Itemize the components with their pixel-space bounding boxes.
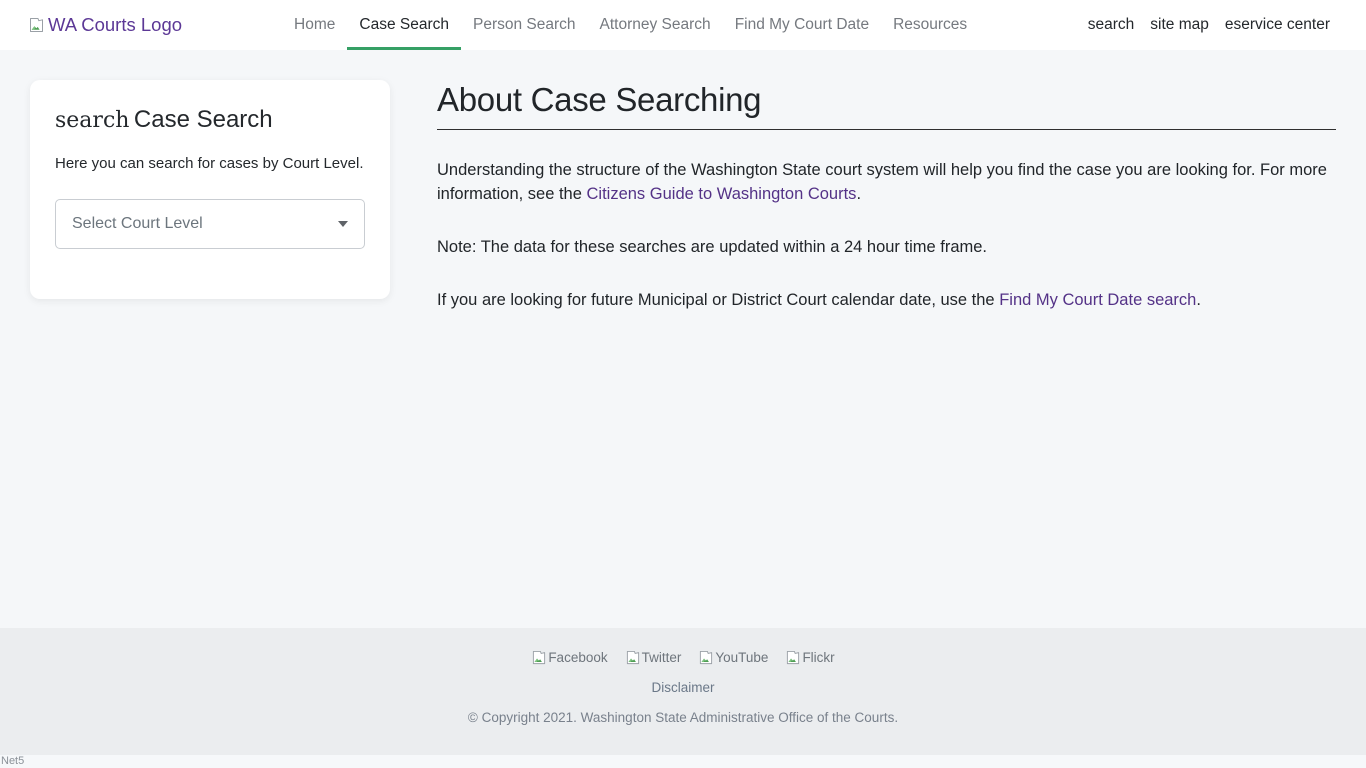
broken-image-icon bbox=[28, 17, 45, 33]
browser-status-bar: Net5 bbox=[0, 755, 1366, 768]
nav-item-resources[interactable]: Resources bbox=[881, 0, 979, 50]
utility-link-eservice-center[interactable]: eservice center bbox=[1217, 16, 1338, 34]
main-content: search Case Search Here you can search f… bbox=[0, 50, 1366, 628]
utility-link-search[interactable]: search bbox=[1080, 16, 1143, 34]
youtube-alt-text: YouTube bbox=[715, 650, 768, 665]
status-text: Net5 bbox=[1, 755, 24, 767]
case-search-card: search Case Search Here you can search f… bbox=[30, 80, 390, 299]
title-divider bbox=[437, 129, 1336, 130]
twitter-alt-text: Twitter bbox=[642, 650, 682, 665]
note-paragraph: Note: The data for these searches are up… bbox=[437, 236, 1336, 260]
search-icon: search bbox=[55, 108, 129, 133]
main-nav: Home Case Search Person Search Attorney … bbox=[282, 0, 979, 50]
logo-link[interactable]: WA Courts Logo bbox=[28, 14, 182, 36]
court-level-select[interactable]: Select Court Level bbox=[55, 199, 365, 249]
facebook-alt-text: Facebook bbox=[548, 650, 607, 665]
youtube-link[interactable]: YouTube bbox=[698, 650, 768, 665]
card-title: search Case Search bbox=[55, 106, 365, 135]
nav-item-person-search[interactable]: Person Search bbox=[461, 0, 588, 50]
find-my-court-date-link[interactable]: Find My Court Date search bbox=[999, 291, 1196, 309]
broken-image-icon bbox=[531, 650, 547, 665]
court-date-paragraph: If you are looking for future Municipal … bbox=[437, 289, 1336, 313]
utility-nav: search site map eservice center bbox=[1080, 16, 1338, 34]
about-article: About Case Searching Understanding the s… bbox=[437, 50, 1336, 313]
page-title: About Case Searching bbox=[437, 81, 1336, 119]
social-links: Facebook Twitter YouTube bbox=[0, 650, 1366, 665]
copyright-text: © Copyright 2021. Washington State Admin… bbox=[0, 710, 1366, 725]
facebook-link[interactable]: Facebook bbox=[531, 650, 607, 665]
about-paragraph-period: . bbox=[856, 185, 861, 203]
broken-image-icon bbox=[785, 650, 801, 665]
chevron-down-icon bbox=[338, 221, 348, 227]
card-description: Here you can search for cases by Court L… bbox=[55, 155, 365, 172]
nav-item-case-search[interactable]: Case Search bbox=[347, 0, 461, 50]
disclaimer-link[interactable]: Disclaimer bbox=[651, 680, 714, 695]
nav-item-home[interactable]: Home bbox=[282, 0, 347, 50]
logo-alt-text: WA Courts Logo bbox=[48, 14, 182, 36]
broken-image-icon bbox=[625, 650, 641, 665]
flickr-alt-text: Flickr bbox=[802, 650, 834, 665]
utility-link-site-map[interactable]: site map bbox=[1142, 16, 1217, 34]
about-paragraph-text: Understanding the structure of the Washi… bbox=[437, 161, 1327, 203]
card-title-text: Case Search bbox=[134, 106, 273, 133]
court-level-select-value: Select Court Level bbox=[72, 215, 203, 233]
court-date-paragraph-text: If you are looking for future Municipal … bbox=[437, 291, 999, 309]
flickr-link[interactable]: Flickr bbox=[785, 650, 834, 665]
nav-item-attorney-search[interactable]: Attorney Search bbox=[588, 0, 723, 50]
top-navbar: WA Courts Logo Home Case Search Person S… bbox=[0, 0, 1366, 50]
twitter-link[interactable]: Twitter bbox=[625, 650, 682, 665]
citizens-guide-link[interactable]: Citizens Guide to Washington Courts bbox=[587, 185, 857, 203]
page-footer: Facebook Twitter YouTube bbox=[0, 628, 1366, 755]
about-paragraph: Understanding the structure of the Washi… bbox=[437, 159, 1336, 207]
nav-item-find-my-court-date[interactable]: Find My Court Date bbox=[723, 0, 881, 50]
court-date-paragraph-period: . bbox=[1196, 291, 1201, 309]
broken-image-icon bbox=[698, 650, 714, 665]
